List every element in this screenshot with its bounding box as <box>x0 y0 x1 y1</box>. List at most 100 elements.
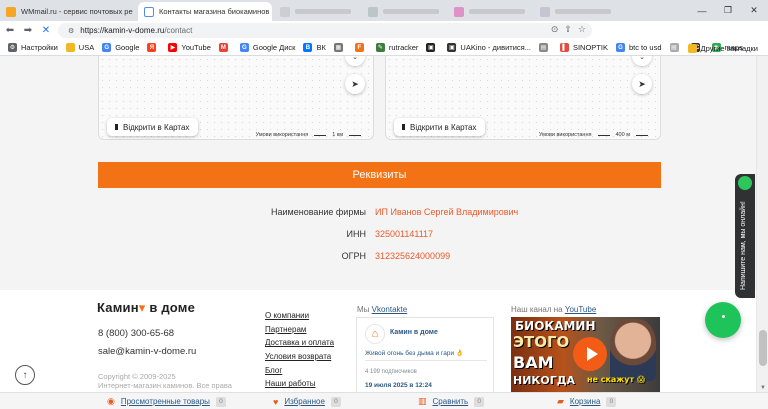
youtube-link[interactable]: YouTube <box>565 305 596 314</box>
google-icon: G <box>239 43 249 52</box>
bookmark-google-drive[interactable]: G Google Диск <box>239 43 295 52</box>
close-tab-icon[interactable]: ✕ <box>269 6 272 17</box>
map-terms-link[interactable]: Умови використання <box>256 132 309 138</box>
uakino-icon: ▣ <box>447 43 457 52</box>
footer-link-delivery[interactable]: Доставка и оплата <box>265 338 334 352</box>
site-favicon-icon <box>144 6 154 17</box>
footer-phone[interactable]: 8 (800) 300-65-68 <box>98 328 174 339</box>
map-scale-label: 1 км <box>332 132 343 138</box>
footer-link-blog[interactable]: Блог <box>265 366 334 380</box>
tab-title-blurred <box>469 9 525 14</box>
footer-link-about[interactable]: О компании <box>265 311 334 325</box>
footer-link-partners[interactable]: Партнерам <box>265 325 334 339</box>
bookmark-grid[interactable]: ▦ <box>333 43 347 52</box>
play-icon[interactable] <box>573 337 607 371</box>
site-logo[interactable]: Камин▾ в доме <box>97 300 195 316</box>
share-icon[interactable]: ⇪ <box>564 24 572 35</box>
online-chat-tab[interactable]: Напишите нам, мы онлайн! <box>735 174 755 298</box>
bottom-sticky-bar: ◉ Просмотренные товары 0 ♥ Избранное 0 ▥… <box>0 392 768 409</box>
vk-post-date[interactable]: 19 июля 2025 в 12:24 <box>365 382 432 389</box>
vk-group-name[interactable]: Камин в доме <box>390 329 438 336</box>
scrollbar-thumb[interactable] <box>759 330 767 366</box>
open-in-maps-button[interactable]: Відкрити в Картах <box>394 118 486 136</box>
vk-link[interactable]: Vkontakte <box>372 305 408 314</box>
google-icon: G <box>102 43 112 52</box>
bookmark-star-icon[interactable]: ☆ <box>578 24 586 35</box>
bookmark-settings[interactable]: ⚙ Настройки <box>8 43 58 52</box>
tab-wmmail[interactable]: WMmail.ru - сервис почтовых ре ✕ <box>0 2 140 21</box>
requisites-button[interactable]: Реквизиты <box>98 162 661 188</box>
bookmark-rutracker[interactable]: ✎ rutracker <box>375 43 418 52</box>
tab-3[interactable] <box>274 2 362 21</box>
tab-favicon-icon <box>280 6 290 17</box>
bookmark-vk[interactable]: В ВК <box>303 43 326 52</box>
scroll-down-icon[interactable]: ▼ <box>757 385 768 391</box>
requisite-row-company: Наименование фирмы ИП Иванов Сергей Влад… <box>200 207 600 217</box>
compare-bars-icon: ▥ <box>418 396 427 406</box>
browser-toolbar: ⬅ ➡ ✕ ⚙ https://kamin-v-dome.ru/contact … <box>0 21 768 57</box>
map-scale-bar <box>314 134 327 136</box>
google-lens-icon[interactable]: ⊙ <box>551 24 559 35</box>
flame-icon: ▾ <box>138 300 146 315</box>
map-embed-1[interactable]: ⌄ ➤ Відкрити в Картах Умови використання… <box>98 56 374 140</box>
map-control-icon[interactable]: ⌄ <box>632 56 652 66</box>
bookmark-sinoptik[interactable]: ▌ SINOPTIK <box>559 43 608 52</box>
requisite-value: 312325624000099 <box>375 251 451 261</box>
vk-widget[interactable]: ⌂ Камин в доме Живой огонь без дыма и га… <box>356 317 494 392</box>
bookmark-orange[interactable]: F <box>354 43 368 52</box>
stop-button[interactable]: ✕ <box>38 23 54 39</box>
footer-link-works[interactable]: Наши работы <box>265 379 334 392</box>
bookmark-yandex[interactable]: Я <box>147 43 160 52</box>
footer-copyright: Copyright © 2009-2025 Интернет-магазин к… <box>98 372 232 390</box>
viewed-products-link[interactable]: ◉ Просмотренные товары 0 <box>107 393 226 409</box>
url-path: /contact <box>164 26 193 35</box>
tab-4[interactable] <box>362 2 448 21</box>
other-bookmarks[interactable]: Другие закладки <box>687 40 758 56</box>
back-button[interactable]: ⬅ <box>2 23 18 39</box>
vk-group-avatar: ⌂ <box>365 324 385 344</box>
rutracker-icon: ✎ <box>375 43 385 52</box>
tab-5[interactable] <box>448 2 534 21</box>
maximize-button[interactable]: ❐ <box>716 0 740 21</box>
bookmark-youtube[interactable]: ▶ YouTube <box>168 43 211 52</box>
bookmark-gray[interactable]: ▤ <box>538 43 552 52</box>
my-location-icon[interactable]: ➤ <box>632 74 652 94</box>
bookmark-dark[interactable]: ▣ <box>426 43 439 52</box>
map-terms-link[interactable]: Умови використання <box>539 132 592 138</box>
bookmark-page[interactable]: ▤ <box>669 43 683 52</box>
compare-link[interactable]: ▥ Сравнить 0 <box>418 393 485 409</box>
open-in-maps-button[interactable]: Відкрити в Картах <box>107 118 199 136</box>
cart-link[interactable]: ▰ Корзина 0 <box>557 393 617 409</box>
site-info-icon[interactable]: ⚙ <box>68 27 74 35</box>
map-embed-2[interactable]: ⌄ ➤ Відкрити в Картах Умови використання… <box>385 56 661 140</box>
bookmark-uakino[interactable]: ▣ UAKino - дивитися... <box>447 43 531 52</box>
my-location-icon[interactable]: ➤ <box>345 74 365 94</box>
vk-heading: Мы Vkontakte <box>357 305 408 314</box>
tab-6[interactable] <box>534 2 620 21</box>
footer-email[interactable]: sale@kamin-v-dome.ru <box>98 346 196 357</box>
tab-favicon-icon <box>368 6 378 17</box>
requisite-key: ОГРН <box>341 251 366 261</box>
tab-contacts[interactable]: Контакты магазина биокаминов ✕ <box>138 2 272 21</box>
forward-button[interactable]: ➡ <box>20 23 36 39</box>
youtube-video-thumbnail[interactable]: БИОКАМИН ЭТОГО ВАМ НИКОГДА не скажут 😱 <box>511 317 660 392</box>
bookmark-btc[interactable]: Gbtc to usd <box>615 43 662 52</box>
address-bar[interactable]: ⚙ https://kamin-v-dome.ru/contact ⊙ ⇪ ☆ <box>58 23 592 38</box>
count-badge: 0 <box>606 396 617 407</box>
bookmark-google[interactable]: G Google <box>102 43 139 52</box>
tab-title-blurred <box>383 9 439 14</box>
requisite-value: 325001141117 <box>375 229 434 239</box>
page-icon: ▤ <box>538 43 548 52</box>
count-badge: 0 <box>474 396 485 407</box>
minimize-button[interactable]: — <box>690 0 714 21</box>
footer-link-returns[interactable]: Условия возврата <box>265 352 334 366</box>
favorites-link[interactable]: ♥ Избранное 0 <box>273 393 341 409</box>
close-window-button[interactable]: ✕ <box>742 0 766 21</box>
bookmark-usa[interactable]: USA <box>65 43 94 52</box>
map-control-icon[interactable]: ⌄ <box>345 56 365 66</box>
chat-launcher-button[interactable] <box>705 302 741 338</box>
page-scrollbar[interactable]: ▼ <box>756 56 768 392</box>
bookmark-gmail[interactable]: M <box>218 43 232 52</box>
scroll-to-top-button[interactable]: ↑ <box>15 365 35 385</box>
tab-title-blurred <box>295 9 351 14</box>
